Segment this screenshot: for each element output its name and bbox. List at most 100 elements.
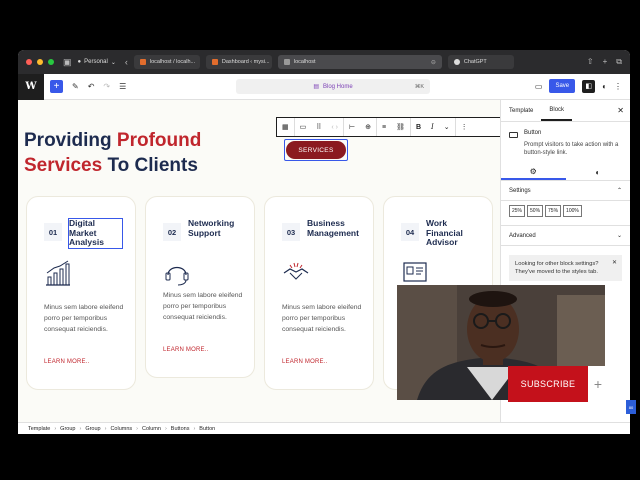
bold-icon[interactable]: B <box>411 118 426 136</box>
financial-document-icon <box>403 262 427 282</box>
browser-tab-dashboard[interactable]: Dashboard ‹ mysi... <box>205 55 272 69</box>
width-option-100[interactable]: 100% <box>563 205 582 217</box>
headset-support-icon <box>165 266 189 286</box>
dismiss-notice-icon[interactable]: ✕ <box>612 259 617 267</box>
button-block-icon <box>509 132 518 138</box>
wordpress-logo-icon[interactable]: W <box>18 73 44 100</box>
text-align-icon[interactable]: ≡ <box>377 118 391 136</box>
services-button-block[interactable]: SERVICES <box>284 139 348 161</box>
justify-left-icon[interactable]: ⊢ <box>344 118 360 136</box>
services-button[interactable]: SERVICES <box>286 141 346 159</box>
heading-accent-text: Services <box>24 155 103 176</box>
profile-icon: ● <box>77 59 82 65</box>
link-icon[interactable]: ⛓ <box>391 118 411 136</box>
minimize-window-button[interactable] <box>37 59 43 65</box>
advanced-panel-header[interactable]: Advanced ⌄ <box>501 226 630 246</box>
back-arrow-icon[interactable]: ‹ <box>125 57 128 67</box>
card-description: Minus sem labore eleifend porro per temp… <box>282 304 362 333</box>
redo-icon[interactable]: ↷ <box>103 82 110 91</box>
block-description: Prompt visitors to take action with a bu… <box>524 142 619 156</box>
browser-tab-localhost[interactable]: localhost ⊖ <box>277 55 442 69</box>
breadcrumb-separator-icon: › <box>54 425 57 432</box>
close-icon[interactable]: ✕ <box>617 106 624 115</box>
card-description: Minus sem labore eleifend porro per temp… <box>163 292 243 321</box>
italic-icon[interactable]: I <box>426 118 439 136</box>
block-breadcrumb: Template › Group › Group › Columns › Column ›… <box>18 422 630 434</box>
settings-sidebar-icon[interactable]: ◧ <box>582 79 596 93</box>
options-menu-icon[interactable]: ⋮ <box>614 82 622 91</box>
learn-more-link[interactable]: LEARN MORE.. <box>44 359 89 365</box>
close-window-button[interactable] <box>26 59 32 65</box>
page-heading[interactable]: Providing Profound Services To Clients <box>24 128 201 178</box>
profile-label: Personal <box>84 59 108 65</box>
undo-icon[interactable]: ↶ <box>88 82 95 91</box>
chevron-down-icon: ⌄ <box>110 59 116 66</box>
shortcut-hint: ⌘K <box>414 83 424 90</box>
chevron-up-icon: ⌃ <box>616 188 622 194</box>
styles-icon[interactable]: ◐ <box>602 82 607 91</box>
advanced-panel-label: Advanced <box>509 232 536 239</box>
breadcrumb-separator-icon: › <box>79 425 82 432</box>
tab-template[interactable]: Template <box>501 100 541 121</box>
card-title[interactable]: Digital Market Analysis <box>68 218 123 249</box>
tab-overview-icon[interactable]: ⧉ <box>616 57 622 67</box>
inspector-tabs: ⚙ ◐ <box>501 165 630 181</box>
save-button[interactable]: Save <box>549 79 576 93</box>
edge-badge: 80 <box>626 400 636 414</box>
tab-favicon-icon <box>139 59 146 65</box>
share-icon[interactable]: ⇧ <box>587 57 594 67</box>
subscribe-button[interactable]: SUBSCRIBE <box>508 366 588 402</box>
editor-toolbar: W + ✎ ↶ ↷ ☰ ▤ Blog Home ⌘K ▭ Save ◧ ◐ ⋮ <box>18 73 630 100</box>
handshake-icon <box>283 262 309 280</box>
button-block-icon[interactable]: ▭ <box>295 118 312 136</box>
drag-handle-icon[interactable]: ⠿ <box>311 118 326 136</box>
learn-more-link[interactable]: LEARN MORE.. <box>163 347 208 353</box>
width-option-25[interactable]: 25% <box>509 205 526 217</box>
bar-chart-growth-icon <box>46 260 70 286</box>
pen-tool-icon[interactable]: ✎ <box>72 82 79 91</box>
browser-tab-phpmyadmin[interactable]: localhost / localh... <box>133 55 200 69</box>
maximize-window-button[interactable] <box>48 59 54 65</box>
settings-panel-header[interactable]: Settings ⌃ <box>501 181 630 201</box>
breadcrumb-separator-icon: › <box>136 425 138 432</box>
card-title: Work Financial Advisor <box>426 218 463 247</box>
profile-switcher[interactable]: ● Personal ⌄ <box>78 59 116 66</box>
tab-label: localhost <box>293 59 316 65</box>
window-controls <box>26 59 54 65</box>
breadcrumb-item[interactable]: Group <box>85 426 100 432</box>
more-formats-icon[interactable]: ⌄ <box>439 118 456 136</box>
tab-label: ChatGPT <box>463 59 487 65</box>
add-block-button[interactable]: + <box>50 80 63 93</box>
new-tab-icon[interactable]: + <box>603 57 608 67</box>
tab-close-icon[interactable]: ⊖ <box>431 59 436 66</box>
breadcrumb-item[interactable]: Column <box>142 426 161 432</box>
command-palette-bar[interactable]: ▤ Blog Home ⌘K <box>236 79 430 94</box>
breadcrumb-item[interactable]: Group <box>60 426 75 432</box>
screen: ▣ ● Personal ⌄ ‹ localhost / localh... D… <box>0 0 640 480</box>
width-option-50[interactable]: 50% <box>527 205 544 217</box>
breadcrumb-item[interactable]: Template <box>28 426 50 432</box>
browser-tab-chatgpt[interactable]: ChatGPT <box>447 55 514 69</box>
template-icon: ▤ <box>313 84 319 90</box>
chevron-down-icon: ⌄ <box>616 233 622 239</box>
width-option-75[interactable]: 75% <box>545 205 562 217</box>
styles-contrast-icon[interactable]: ◐ <box>566 165 631 180</box>
block-type-icon[interactable]: ▦ <box>277 118 295 136</box>
list-view-icon[interactable]: ☰ <box>119 82 126 91</box>
justify-center-icon[interactable]: ⊕ <box>360 118 377 136</box>
tab-block[interactable]: Block <box>541 100 573 121</box>
learn-more-link[interactable]: LEARN MORE.. <box>282 359 327 365</box>
block-options-icon[interactable]: ⋮ <box>456 118 473 136</box>
move-arrows-icon[interactable]: ‹ › <box>326 118 344 136</box>
plus-icon[interactable]: + <box>588 366 608 402</box>
editor-right-actions: ▭ Save ◧ ◐ ⋮ <box>535 79 622 93</box>
tab-label: Dashboard ‹ mysi... <box>221 59 270 65</box>
card-number: 04 <box>401 223 419 241</box>
settings-gear-icon[interactable]: ⚙ <box>501 165 566 180</box>
breadcrumb-item[interactable]: Buttons <box>171 426 190 432</box>
breadcrumb-item[interactable]: Button <box>199 426 215 432</box>
sidebar-toggle-icon[interactable]: ▣ <box>63 57 72 68</box>
breadcrumb-item[interactable]: Columns <box>110 426 132 432</box>
breadcrumb-separator-icon: › <box>164 425 167 432</box>
preview-device-icon[interactable]: ▭ <box>535 82 543 91</box>
